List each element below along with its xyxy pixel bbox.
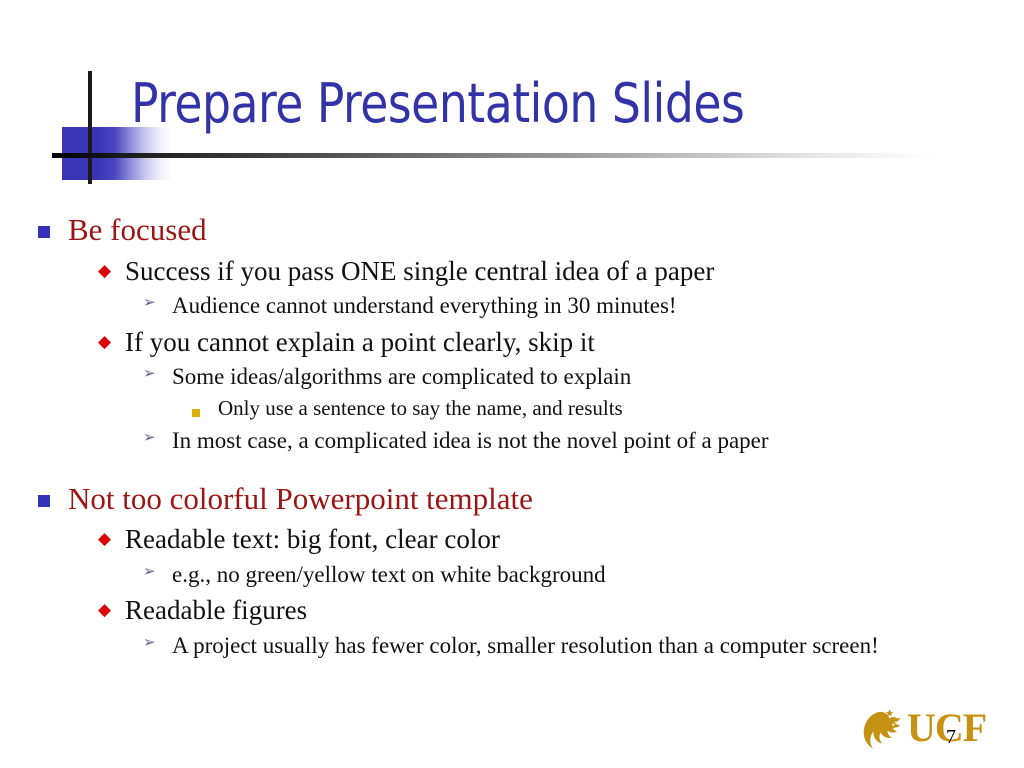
square-bullet-icon bbox=[38, 226, 50, 238]
outline-item-level-1: Be focused bbox=[0, 212, 1024, 249]
title-decoration-horizontal-rule bbox=[52, 153, 935, 158]
outline-item-level-2: ◆ Success if you pass ONE single central … bbox=[0, 256, 1024, 288]
outline-item-text: If you cannot explain a point clearly, s… bbox=[125, 326, 595, 357]
bullet-marker-level-1 bbox=[38, 481, 68, 512]
bullet-marker-level-1 bbox=[38, 212, 68, 243]
outline-item-text: Be focused bbox=[68, 212, 207, 247]
outline-item-text: Readable text: big font, clear color bbox=[125, 524, 500, 555]
bullet-marker-level-4 bbox=[192, 396, 218, 422]
outline-item-text: Not too colorful Powerpoint template bbox=[68, 480, 533, 516]
outline-item-level-1: Not too colorful Powerpoint template bbox=[0, 481, 1024, 518]
outline-item-text: In most case, a complicated idea is not … bbox=[172, 427, 769, 453]
outline-item-text: e.g., no green/yellow text on white back… bbox=[172, 561, 606, 587]
slide-content-outline: Be focused ◆ Success if you pass ONE singl… bbox=[0, 198, 1024, 659]
outline-item-text: Readable figures bbox=[125, 595, 308, 626]
square-bullet-icon bbox=[38, 494, 50, 507]
outline-item-text: A project usually has fewer color, small… bbox=[172, 632, 879, 658]
outline-item-level-2: ◆ Readable text: big font, clear color bbox=[0, 524, 1024, 556]
slide-number: 7 bbox=[946, 726, 956, 748]
slide-title-block: Prepare Presentation Slides bbox=[0, 0, 1024, 196]
outline-item-level-3: ➢ e.g., no green/yellow text on white bac… bbox=[0, 561, 1024, 589]
bullet-marker-level-2: ◆ bbox=[98, 529, 112, 549]
outline-item-level-2: ◆ Readable figures bbox=[0, 595, 1024, 627]
bullet-marker-level-3: ➢ bbox=[143, 295, 156, 312]
page-title: Prepare Presentation Slides bbox=[131, 72, 745, 135]
square-bullet-icon bbox=[192, 408, 200, 417]
outline-item-text: Only use a sentence to say the name, and… bbox=[218, 395, 623, 420]
outline-item-text: Success if you pass ONE single central i… bbox=[125, 255, 715, 286]
outline-item-level-2: ◆ If you cannot explain a point clearly, … bbox=[0, 327, 1024, 359]
pegasus-icon bbox=[863, 709, 901, 749]
bullet-marker-level-3: ➢ bbox=[143, 366, 156, 383]
title-decoration-vertical-line bbox=[88, 71, 92, 184]
bullet-marker-level-2: ◆ bbox=[98, 331, 112, 351]
outline-item-level-3: ➢ In most case, a complicated idea is not… bbox=[0, 427, 1024, 455]
outline-item-text: Some ideas/algorithms are complicated to… bbox=[172, 364, 632, 390]
bullet-marker-level-3: ➢ bbox=[143, 429, 156, 446]
ucf-logo: UCF bbox=[858, 702, 1008, 762]
outline-item-level-3: ➢ A project usually has fewer color, smal… bbox=[0, 632, 1024, 660]
outline-item-level-3: ➢ Audience cannot understand everything i… bbox=[0, 292, 1024, 320]
bullet-marker-level-2: ◆ bbox=[98, 260, 112, 280]
outline-item-level-3: ➢ Some ideas/algorithms are complicated t… bbox=[0, 363, 1024, 391]
bullet-marker-level-2: ◆ bbox=[98, 600, 112, 620]
bullet-marker-level-3: ➢ bbox=[143, 634, 156, 651]
bullet-marker-level-3: ➢ bbox=[143, 563, 156, 580]
outline-item-level-4: Only use a sentence to say the name, and… bbox=[0, 396, 1024, 422]
outline-item-text: Audience cannot understand everything in… bbox=[172, 293, 677, 319]
